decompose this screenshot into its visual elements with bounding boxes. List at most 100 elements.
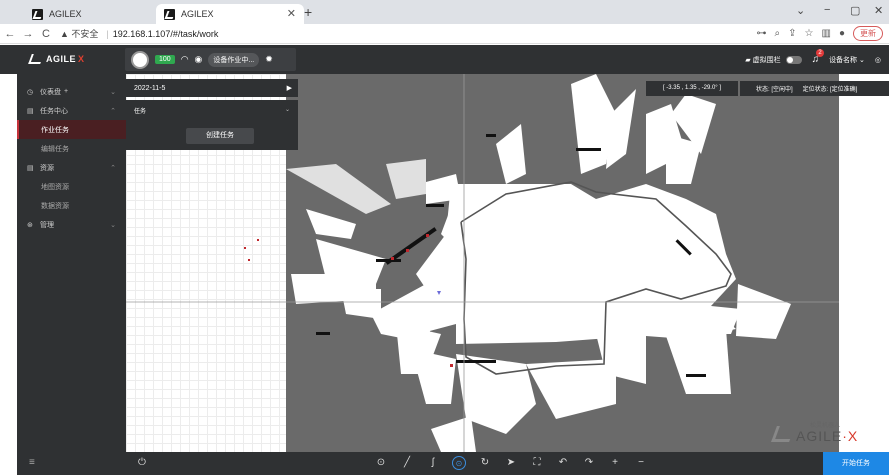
bookmark-star-icon[interactable]: ☆ (805, 28, 814, 39)
chevron-up-icon: ⌃ (110, 164, 116, 172)
url-text[interactable]: 192.168.1.107/#/task/work (113, 29, 219, 39)
share-icon[interactable]: ⇪ (788, 28, 796, 39)
sidebar-item-label: 管理 (40, 221, 54, 229)
wifi-icon: ◠ (180, 54, 189, 64)
security-warning[interactable]: ▲ 不安全 (60, 27, 98, 40)
forward-button[interactable]: → (20, 28, 36, 40)
navigate-tool-icon[interactable]: ➤ (504, 456, 518, 470)
header-actions: ▰ 虚拟围栏 ♫ 2 设备名称 ⌄ ◎ (745, 49, 881, 65)
task-center-icon: ▤ (27, 107, 34, 115)
agilex-favicon-icon (32, 8, 43, 20)
date-selector[interactable]: 2022-11-5 ▶ (126, 79, 298, 97)
sidebar: ◷ 仪表盘 + ⌄ ▤ 任务中心 ⌃ 作业任务 编辑任务 ▤ 资源 ⌃ 地图资源… (17, 74, 126, 452)
date-text: 2022-11-5 (134, 84, 166, 92)
zoom-icon[interactable]: ⌕ (775, 28, 781, 39)
robot-status-strip: 100 ◠ ◉ 设备作业中... ✹ (125, 48, 296, 71)
sidepanel-icon[interactable]: ▥ (822, 28, 831, 39)
maximize-button[interactable]: ▢ (850, 4, 860, 17)
curve-tool-icon[interactable]: ʃ (426, 456, 440, 470)
sidebar-item-label: 作业任务 (41, 126, 69, 134)
separator: | (106, 28, 109, 39)
sidebar-item-data-resources[interactable]: 数据资源 (17, 196, 126, 215)
zoom-in-tool-icon[interactable]: + (608, 456, 622, 470)
battery-badge: 100 (155, 55, 175, 64)
robot-avatar[interactable] (131, 50, 149, 69)
browser-tab-1[interactable]: AGILEX ✕ (24, 4, 172, 24)
coordinates-readout: [ -3.35 , 1.35 , -29.0° ] (646, 81, 738, 96)
line-tool-icon[interactable]: ╱ (400, 456, 414, 470)
brand-x: ·X (842, 428, 859, 444)
browser-actions: ⊶ ⌕ ⇪ ☆ ▥ ● 更新 (757, 26, 883, 41)
sidebar-item-task-center[interactable]: ▤ 任务中心 ⌃ (17, 101, 126, 120)
device-name-menu[interactable]: 设备名称 ⌄ (829, 55, 865, 65)
logo-x: X (78, 54, 85, 64)
sidebar-item-management[interactable]: ⊛ 管理 ⌄ (17, 215, 126, 234)
task-section-header[interactable]: 任务 ⌄ (126, 100, 298, 121)
brand-main-text: AGILE (796, 428, 843, 444)
undo-tool-icon[interactable]: ↶ (556, 456, 570, 470)
brand-name: AGILE·X (796, 428, 858, 444)
minimize-button[interactable]: − (824, 4, 830, 16)
chevron-down-icon: ⌄ (284, 107, 290, 113)
task-panel: 任务 ⌄ 创建任务 (126, 100, 298, 150)
map-tools: ⊙ ╱ ʃ ⊙ ↻ ➤ ⛶ ↶ ↷ + − (374, 456, 648, 470)
settings-gear-icon[interactable]: ✹ (265, 54, 273, 65)
robot-state: 状态: [空闲中] (756, 87, 793, 93)
back-button[interactable]: ← (2, 28, 18, 40)
target-tool-icon[interactable]: ⊙ (452, 456, 466, 470)
device-status-pill: 设备作业中... (208, 52, 260, 67)
close-tab-icon[interactable]: ✕ (287, 7, 296, 20)
sidebar-item-label: 任务中心 (40, 107, 68, 115)
add-icon: + (64, 88, 69, 95)
start-task-button[interactable]: 开始任务 (823, 452, 889, 475)
location-pin-icon: ◉ (194, 54, 203, 64)
sidebar-item-resources[interactable]: ▤ 资源 ⌃ (17, 158, 126, 177)
account-settings-icon[interactable]: ◎ (875, 56, 881, 64)
browser-tab-bar: AGILEX ✕ AGILEX ✕ + ⌄ − ▢ ✕ (0, 0, 889, 24)
profile-icon[interactable]: ● (839, 28, 845, 39)
virtual-wall-label: 虚拟围栏 (752, 56, 781, 64)
robot-state-bar: 状态: [空闲中] 定位状态: [定位准确] (740, 81, 889, 96)
chevron-right-icon: ▶ (286, 85, 292, 92)
zoom-out-tool-icon[interactable]: − (634, 456, 648, 470)
virtual-wall-toggle[interactable] (785, 55, 802, 64)
sidebar-item-work-task[interactable]: 作业任务 (17, 120, 126, 139)
sidebar-collapse-button[interactable]: ≡ (17, 452, 126, 475)
sidebar-item-label: 地图资源 (41, 183, 69, 191)
sidebar-item-label: 资源 (40, 164, 54, 172)
chevron-down-icon: ⌄ (110, 221, 116, 229)
chevron-down-icon: ⌄ (110, 88, 116, 96)
tab-search-icon[interactable]: ⌄ (796, 4, 805, 17)
brand-subtitle: 松灵机器人 (810, 423, 841, 429)
refresh-tool-icon[interactable]: ↻ (478, 456, 492, 470)
logo-mark-icon (28, 54, 44, 64)
reload-button[interactable]: C (38, 28, 54, 40)
logo-text: AGILE (46, 54, 77, 64)
chevron-up-icon: ⌃ (110, 107, 116, 115)
address-bar: ← → C ▲ 不安全 | 192.168.1.107/#/task/work … (0, 24, 889, 44)
url-field[interactable]: ▲ 不安全 | 192.168.1.107/#/task/work (60, 27, 218, 40)
bottom-toolbar: ⏻ ⊙ ╱ ʃ ⊙ ↻ ➤ ⛶ ↶ ↷ + − (126, 452, 823, 475)
app-logo[interactable]: AGILE X (28, 54, 85, 64)
sidebar-item-label: 编辑任务 (41, 145, 69, 153)
create-task-button[interactable]: 创建任务 (186, 128, 254, 144)
app-header: AGILE X 100 ◠ ◉ 设备作业中... ✹ ▰ 虚拟围栏 ♫ 2 设备名… (0, 45, 889, 74)
sidebar-item-edit-task[interactable]: 编辑任务 (17, 139, 126, 158)
power-icon[interactable]: ⏻ (138, 457, 146, 468)
sidebar-item-map-resources[interactable]: 地图资源 (17, 177, 126, 196)
redo-tool-icon[interactable]: ↷ (582, 456, 596, 470)
virtual-wall-control[interactable]: ▰ 虚拟围栏 (745, 55, 802, 65)
notification-bell-icon[interactable]: ♫ 2 (812, 49, 825, 65)
new-tab-button[interactable]: + (304, 4, 312, 20)
browser-tab-2[interactable]: AGILEX ✕ (156, 4, 304, 24)
sidebar-item-dashboard[interactable]: ◷ 仪表盘 + ⌄ (17, 82, 126, 101)
update-button[interactable]: 更新 (853, 26, 883, 41)
locate-state: 定位状态: [定位准确] (802, 87, 858, 93)
fit-view-tool-icon[interactable]: ⛶ (530, 456, 544, 470)
key-icon[interactable]: ⊶ (757, 28, 767, 39)
close-window-button[interactable]: ✕ (874, 4, 883, 17)
task-section-label: 任务 (134, 109, 147, 115)
management-icon: ⊛ (27, 221, 33, 229)
locate-tool-icon[interactable]: ⊙ (374, 456, 388, 470)
